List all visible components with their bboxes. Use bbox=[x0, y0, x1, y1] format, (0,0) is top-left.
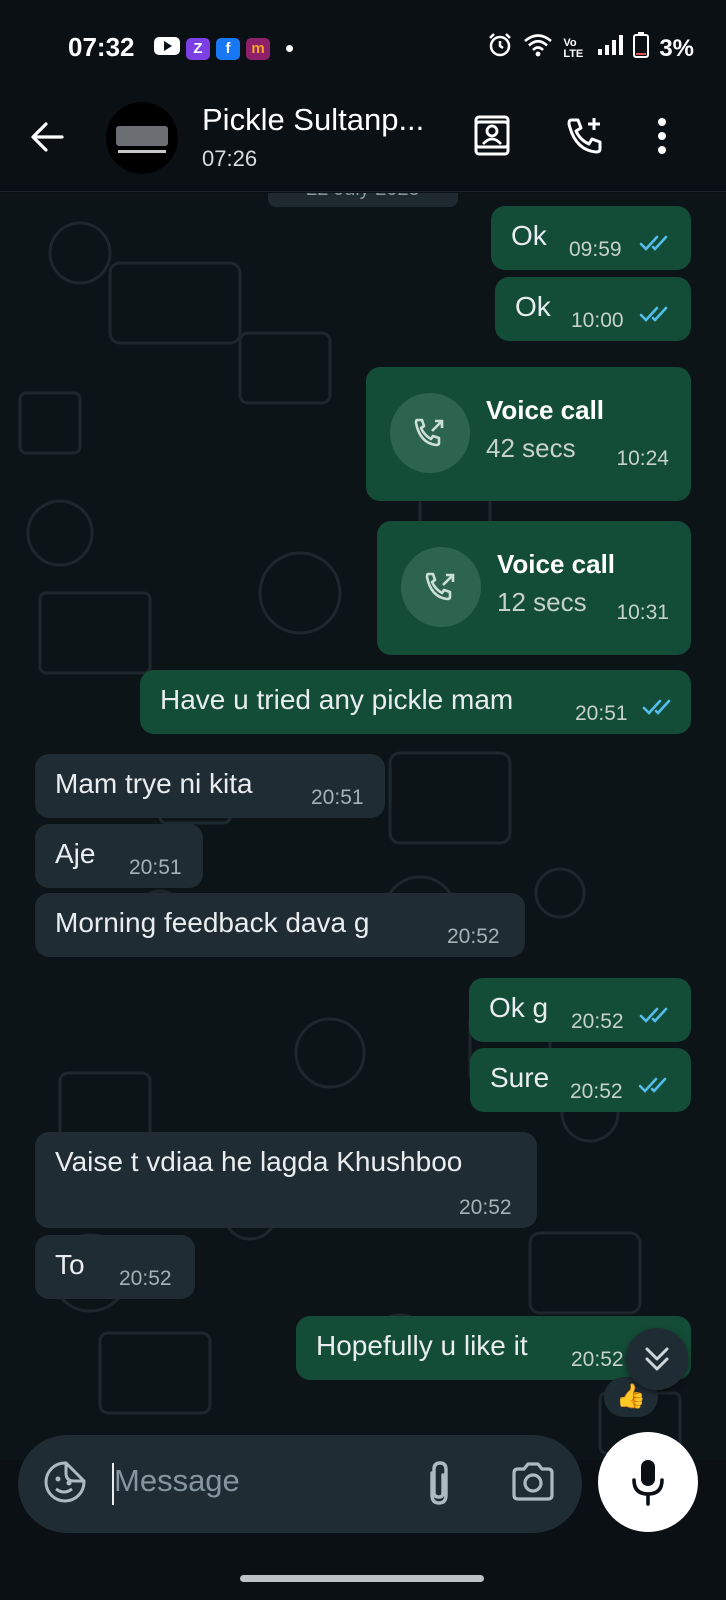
message-bubble-outgoing[interactable]: Ok g 20:52 bbox=[469, 978, 691, 1042]
alarm-icon bbox=[487, 32, 513, 65]
read-receipt-icon bbox=[639, 1000, 673, 1032]
outgoing-call-icon bbox=[390, 393, 470, 473]
status-time: 07:32 bbox=[68, 32, 135, 62]
call-title: Voice call bbox=[497, 549, 616, 579]
add-call-icon[interactable] bbox=[563, 114, 607, 163]
volte-icon: Vo LTE bbox=[563, 36, 584, 60]
message-composer: Message bbox=[18, 1435, 582, 1533]
message-text: Hopefully u like it bbox=[316, 1330, 528, 1361]
message-time: 20:51 bbox=[311, 786, 364, 809]
message-bubble-incoming[interactable]: Morning feedback dava g 20:52 bbox=[35, 893, 525, 957]
battery-percent: 3% bbox=[659, 34, 694, 62]
notification-icons: Z f m bbox=[154, 36, 293, 61]
voice-record-button[interactable] bbox=[598, 1432, 698, 1532]
outgoing-call-icon bbox=[401, 547, 481, 627]
contact-name[interactable]: Pickle Sultanp... bbox=[202, 102, 424, 138]
meesho-icon: m bbox=[246, 37, 270, 60]
message-time: 20:51 bbox=[575, 702, 628, 725]
message-bubble-incoming[interactable]: Mam trye ni kita 20:51 bbox=[35, 754, 385, 818]
contact-card-icon[interactable] bbox=[470, 114, 514, 163]
message-text: Morning feedback dava g bbox=[55, 907, 370, 938]
message-bubble-outgoing[interactable]: Sure 20:52 bbox=[470, 1048, 691, 1112]
status-bar: 07:32 Z f m Vo LTE 3% bbox=[0, 0, 726, 88]
message-text: Ok bbox=[511, 220, 547, 251]
message-time: 10:31 bbox=[616, 601, 669, 624]
voice-call-bubble[interactable]: Voice call 12 secs 10:31 bbox=[377, 521, 691, 655]
message-time: 09:59 bbox=[569, 238, 622, 261]
message-time: 20:52 bbox=[459, 1196, 512, 1219]
chat-area[interactable]: 22 July 2025 Ok 09:59 Ok 10:00 Voice cal… bbox=[0, 193, 726, 1460]
message-text: To bbox=[55, 1249, 85, 1280]
read-receipt-icon bbox=[642, 692, 676, 724]
emoji-sticker-icon[interactable] bbox=[42, 1459, 88, 1510]
date-separator: 22 July 2025 bbox=[268, 193, 458, 207]
call-duration: 42 secs bbox=[486, 433, 576, 463]
zee-app-icon: Z bbox=[186, 37, 210, 60]
message-time: 20:51 bbox=[129, 856, 182, 879]
message-bubble-incoming[interactable]: Aje 20:51 bbox=[35, 824, 203, 888]
mic-icon bbox=[632, 1460, 664, 1506]
message-bubble-outgoing[interactable]: Ok 10:00 bbox=[495, 277, 691, 341]
message-time: 20:52 bbox=[447, 925, 500, 948]
message-time: 20:52 bbox=[570, 1080, 623, 1103]
camera-icon[interactable] bbox=[510, 1459, 556, 1510]
voice-call-bubble[interactable]: Voice call 42 secs 10:24 bbox=[366, 367, 691, 501]
message-text: Aje bbox=[55, 838, 96, 869]
youtube-icon bbox=[154, 36, 180, 61]
message-time: 20:52 bbox=[571, 1348, 624, 1371]
message-text: Ok g bbox=[489, 992, 549, 1023]
battery-icon bbox=[633, 32, 650, 65]
more-options-icon[interactable] bbox=[656, 116, 668, 161]
scroll-to-bottom-button[interactable] bbox=[626, 1328, 688, 1390]
message-bubble-incoming[interactable]: To 20:52 bbox=[35, 1235, 195, 1299]
attach-icon[interactable] bbox=[422, 1457, 456, 1514]
read-receipt-icon bbox=[639, 299, 673, 331]
chat-header: Pickle Sultanp... 07:26 bbox=[0, 88, 726, 192]
call-duration: 12 secs bbox=[497, 587, 587, 617]
read-receipt-icon bbox=[639, 228, 673, 260]
message-time: 20:52 bbox=[119, 1267, 172, 1290]
message-text: Have u tried any pickle mam bbox=[160, 684, 514, 715]
back-arrow-icon[interactable] bbox=[28, 118, 66, 161]
message-bubble-incoming[interactable]: Vaise t vdiaa he lagda Khushboo 20:52 bbox=[35, 1132, 537, 1228]
system-icons: Vo LTE 3% bbox=[487, 32, 694, 65]
signal-icon bbox=[597, 34, 624, 63]
facebook-icon: f bbox=[216, 37, 240, 60]
wifi-icon bbox=[523, 33, 553, 64]
gesture-navigation-bar[interactable] bbox=[240, 1575, 484, 1582]
call-title: Voice call bbox=[486, 395, 605, 425]
message-bubble-outgoing[interactable]: Have u tried any pickle mam 20:51 bbox=[140, 670, 691, 734]
message-text: Mam trye ni kita bbox=[55, 768, 253, 799]
message-text: Sure bbox=[490, 1062, 550, 1093]
message-bubble-outgoing[interactable]: Ok 09:59 bbox=[491, 206, 691, 270]
read-receipt-icon bbox=[638, 1070, 672, 1102]
message-time: 10:00 bbox=[571, 309, 624, 332]
more-notifications-dot bbox=[286, 45, 293, 52]
double-chevron-down-icon bbox=[645, 1347, 669, 1371]
message-text: Vaise t vdiaa he lagda Khushboo bbox=[55, 1146, 463, 1177]
message-time: 10:24 bbox=[616, 447, 669, 470]
message-text: Ok bbox=[515, 291, 551, 322]
message-input[interactable]: Message bbox=[114, 1463, 240, 1499]
last-seen: 07:26 bbox=[202, 146, 258, 171]
message-time: 20:52 bbox=[571, 1010, 624, 1033]
contact-avatar[interactable] bbox=[106, 102, 178, 174]
